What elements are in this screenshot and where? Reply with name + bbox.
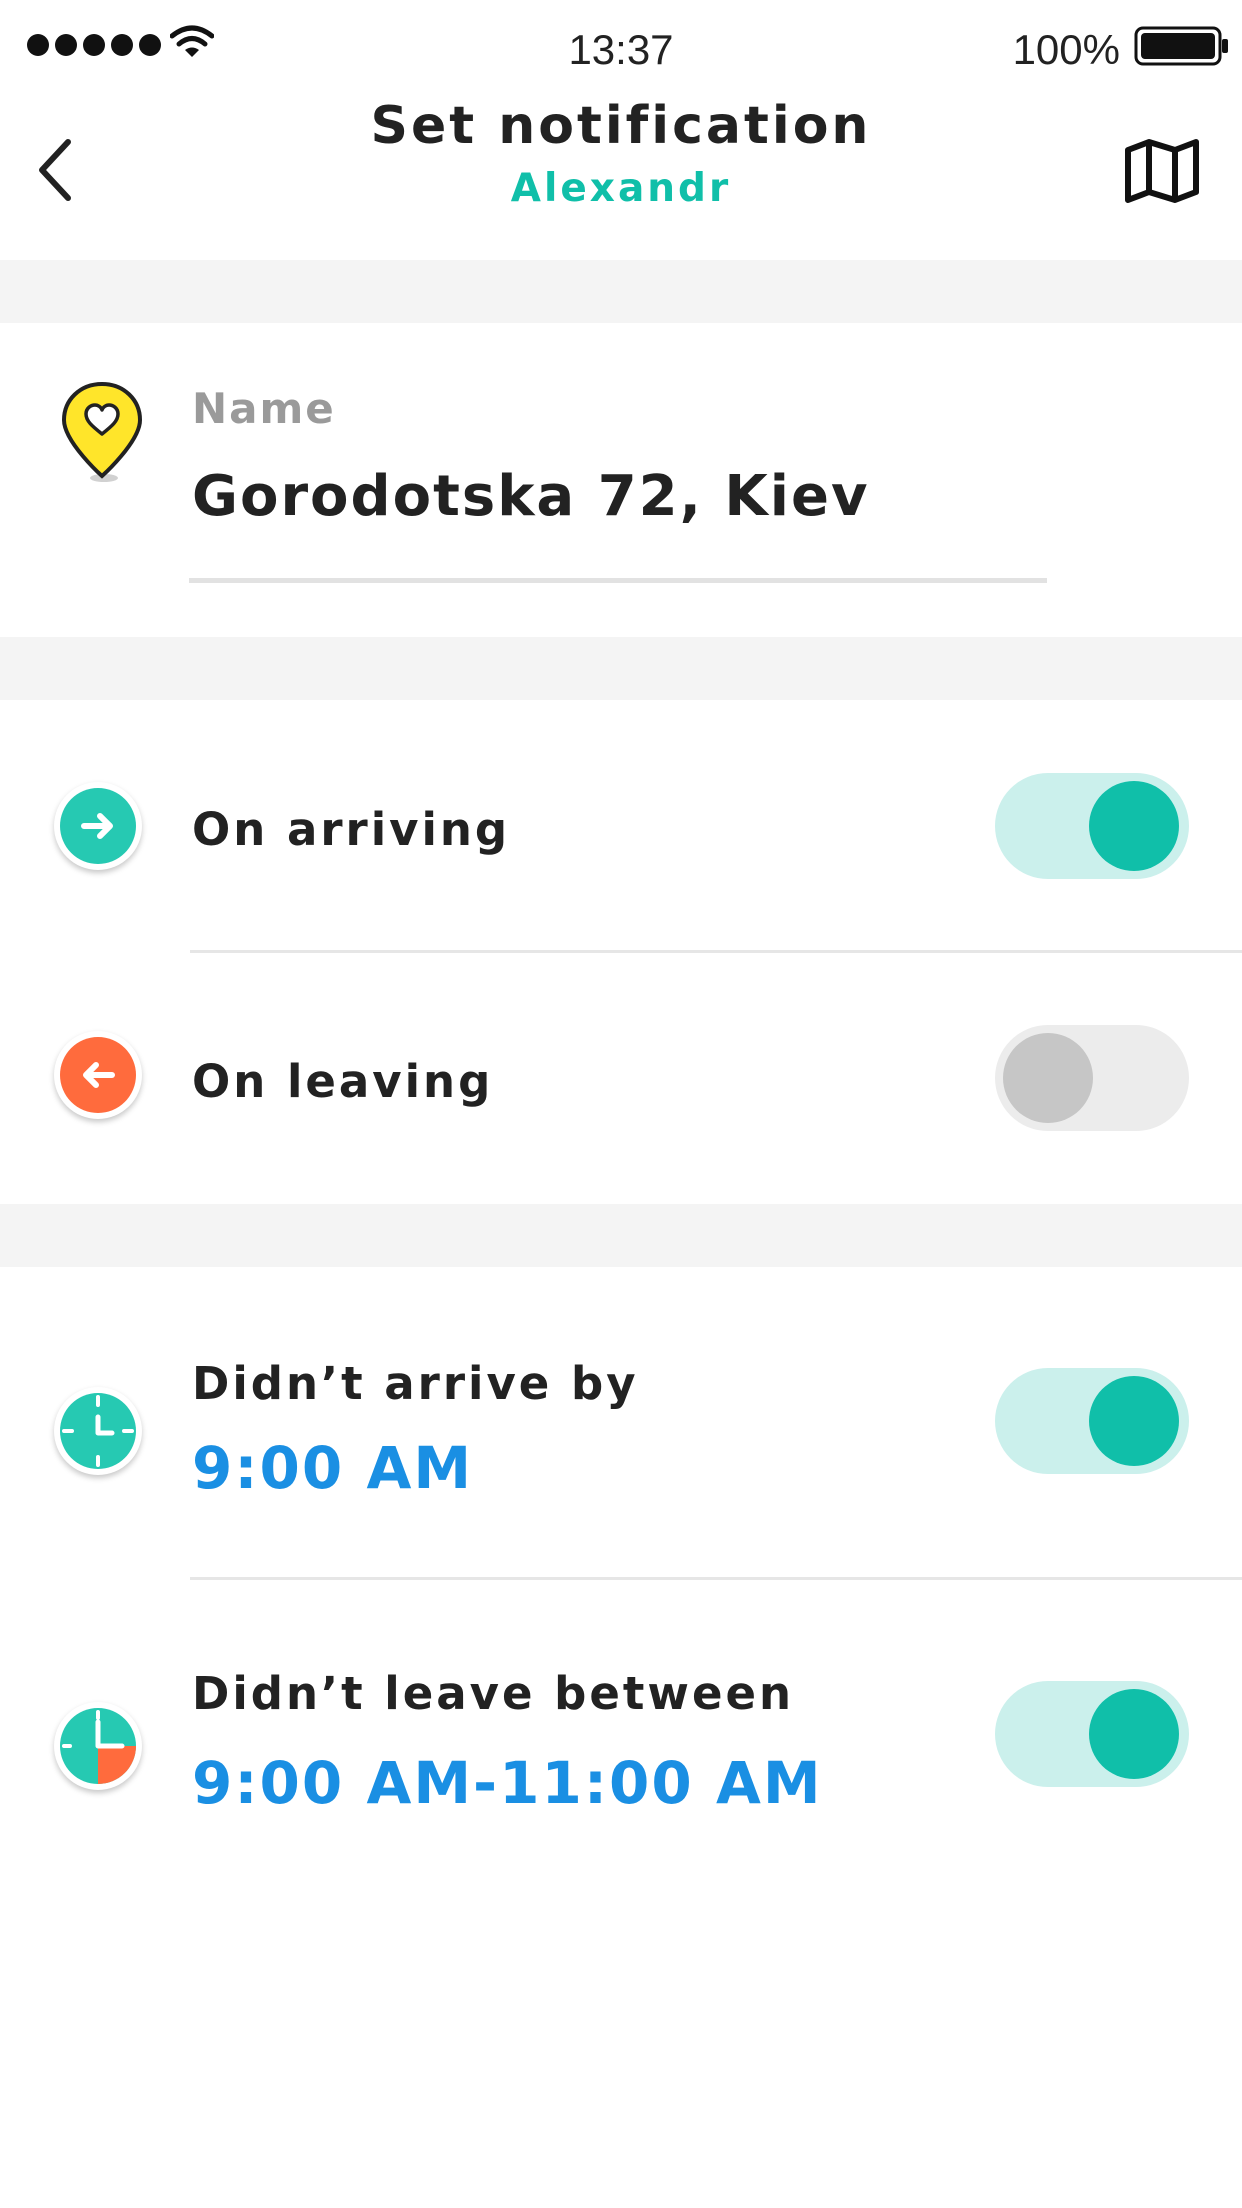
page-title: Set notification (370, 96, 872, 156)
nav-bar: Set notification Alexandr (0, 90, 1242, 260)
toggle-knob (1003, 1033, 1093, 1123)
arrive-by-time[interactable]: 9:00 AM (192, 1434, 473, 1502)
on-leaving-toggle[interactable] (995, 1025, 1189, 1131)
status-bar: 13:37 100% (0, 0, 1242, 90)
list-item-didnt-leave: Didn’t leave between 9:00 AM-11:00 AM (0, 1579, 1242, 1889)
section-separator (0, 637, 1242, 700)
map-button[interactable] (1122, 134, 1202, 206)
leave-icon-badge (54, 1031, 142, 1119)
row-label: On leaving (192, 1055, 494, 1108)
list-item-didnt-arrive: Didn’t arrive by 9:00 AM (0, 1267, 1242, 1580)
didnt-arrive-toggle[interactable] (995, 1368, 1189, 1474)
row-label: Didn’t leave between (192, 1667, 795, 1720)
battery-icon (1134, 26, 1228, 66)
toggle-knob (1089, 781, 1179, 871)
toggle-knob (1089, 1689, 1179, 1779)
page-subtitle: Alexandr (510, 166, 732, 211)
clock-range-icon (60, 1708, 136, 1784)
arrow-left-circle-icon (60, 1037, 136, 1113)
heart-pin-icon (61, 381, 143, 482)
name-field[interactable]: Gorodotska 72, Kiev (192, 464, 870, 529)
row-label: Didn’t arrive by (192, 1357, 639, 1410)
section-separator (0, 1204, 1242, 1267)
name-field-label: Name (192, 384, 336, 433)
on-arriving-toggle[interactable] (995, 773, 1189, 879)
section-separator (0, 260, 1242, 323)
clock-range-icon-badge (54, 1702, 142, 1790)
battery-percent: 100% (1012, 26, 1120, 73)
list-item-on-leaving: On leaving (0, 952, 1242, 1204)
toggle-knob (1089, 1376, 1179, 1466)
arrow-right-circle-icon (60, 788, 136, 864)
row-label: On arriving (192, 803, 511, 856)
didnt-leave-toggle[interactable] (995, 1681, 1189, 1787)
clock-icon-badge (54, 1387, 142, 1475)
leave-between-time[interactable]: 9:00 AM-11:00 AM (192, 1749, 823, 1817)
name-field-underline (189, 578, 1047, 583)
clock-icon (60, 1393, 136, 1469)
list-item-on-arriving: On arriving (0, 700, 1242, 953)
arrive-icon-badge (54, 782, 142, 870)
map-icon (1125, 139, 1199, 203)
